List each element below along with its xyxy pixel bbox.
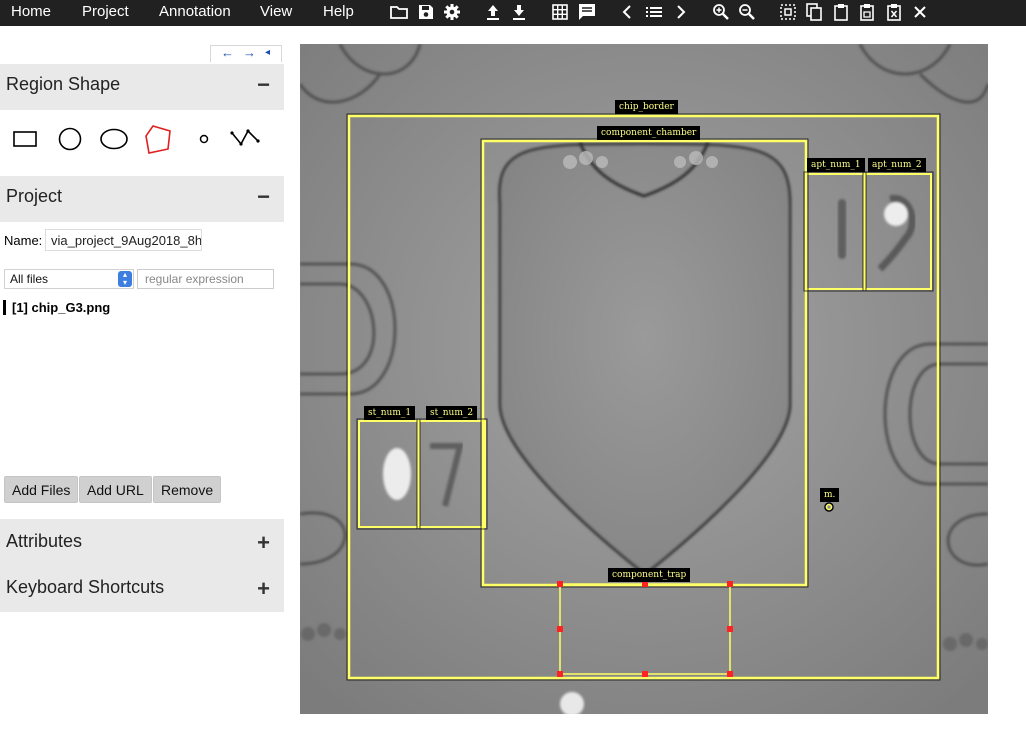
menu-view[interactable]: View bbox=[260, 3, 292, 20]
region-label-component-chamber[interactable]: component_chamber bbox=[597, 126, 701, 140]
region-shape-panel bbox=[0, 110, 284, 174]
nav-right-arrow[interactable]: → bbox=[243, 45, 256, 60]
menu-home[interactable]: Home bbox=[11, 3, 51, 20]
shortcuts-header[interactable]: Keyboard Shortcuts + bbox=[0, 565, 284, 612]
paste-icon[interactable] bbox=[831, 2, 851, 22]
add-url-button[interactable]: Add URL bbox=[79, 476, 152, 503]
regex-filter-input[interactable] bbox=[137, 269, 274, 289]
project-title: Project bbox=[6, 186, 63, 206]
file-filter-value: All files bbox=[10, 272, 49, 286]
prev-image-icon[interactable] bbox=[617, 2, 637, 22]
shortcuts-title: Keyboard Shortcuts bbox=[6, 577, 165, 597]
region-label-apt-num-1[interactable]: apt_num_1 bbox=[807, 158, 865, 172]
region-shape-title: Region Shape bbox=[6, 74, 121, 94]
circle-shape-icon[interactable] bbox=[53, 124, 87, 154]
project-header[interactable]: Project − bbox=[0, 176, 284, 222]
menu-help[interactable]: Help bbox=[323, 3, 354, 20]
settings-icon[interactable] bbox=[442, 2, 462, 22]
nav-left-arrow[interactable]: ← bbox=[221, 45, 234, 60]
zoom-in-icon[interactable] bbox=[711, 2, 731, 22]
menu-annotation[interactable]: Annotation bbox=[159, 3, 231, 20]
shortcuts-toggle[interactable]: + bbox=[257, 576, 270, 602]
add-files-button[interactable]: Add Files bbox=[4, 476, 79, 503]
rectangle-shape-icon[interactable] bbox=[8, 124, 42, 154]
save-icon[interactable] bbox=[416, 2, 436, 22]
region-label-st-num-2[interactable]: st_num_2 bbox=[426, 406, 478, 420]
close-icon[interactable] bbox=[910, 2, 930, 22]
region-label-apt-num-2[interactable]: apt_num_2 bbox=[868, 158, 926, 172]
copy-icon[interactable] bbox=[804, 2, 824, 22]
upload-icon[interactable] bbox=[483, 2, 503, 22]
next-image-icon[interactable] bbox=[671, 2, 691, 22]
project-name-input[interactable] bbox=[45, 229, 202, 251]
attributes-toggle[interactable]: + bbox=[257, 530, 270, 556]
region-shape-toggle[interactable]: − bbox=[257, 72, 270, 98]
chip-image bbox=[300, 44, 988, 714]
point-shape-icon[interactable] bbox=[187, 124, 221, 154]
select-arrows-icon: ▴ ▾ bbox=[118, 271, 132, 287]
polyline-shape-icon[interactable] bbox=[229, 124, 263, 154]
menu-project[interactable]: Project bbox=[82, 3, 129, 20]
delete-region-icon[interactable] bbox=[884, 2, 904, 22]
polygon-shape-icon[interactable] bbox=[141, 124, 175, 154]
folder-open-icon[interactable] bbox=[389, 2, 409, 22]
region-label-component-trap[interactable]: component_trap bbox=[608, 568, 691, 582]
region-label-st-num-1[interactable]: st_num_1 bbox=[364, 406, 416, 420]
paste-special-icon[interactable] bbox=[857, 2, 877, 22]
attributes-header[interactable]: Attributes + bbox=[0, 519, 284, 565]
panel-nav-arrows: ← → ◂ bbox=[210, 45, 282, 62]
collapse-panel-icon[interactable]: ◂ bbox=[265, 47, 270, 58]
image-canvas[interactable]: chip_border component_chamber apt_num_1 … bbox=[300, 44, 988, 714]
top-menu-bar: Home Project Annotation View Help bbox=[0, 0, 1026, 26]
attributes-title: Attributes bbox=[6, 531, 83, 551]
comment-icon[interactable] bbox=[577, 2, 597, 22]
image-list-icon[interactable] bbox=[644, 2, 664, 22]
remove-button[interactable]: Remove bbox=[153, 476, 222, 503]
region-label-point[interactable]: m. bbox=[820, 488, 840, 502]
zoom-out-icon[interactable] bbox=[737, 2, 757, 22]
project-name-label: Name: bbox=[4, 233, 43, 248]
region-label-chip-border[interactable]: chip_border bbox=[615, 100, 678, 114]
download-icon[interactable] bbox=[509, 2, 529, 22]
file-filter-select[interactable]: All files ▴ ▾ bbox=[4, 269, 134, 289]
file-list-item[interactable]: [1] chip_G3.png bbox=[3, 300, 110, 315]
ellipse-shape-icon[interactable] bbox=[97, 124, 131, 154]
project-toggle[interactable]: − bbox=[257, 184, 270, 210]
left-sidebar: ← → ◂ Region Shape − Project − Name: All… bbox=[0, 26, 284, 742]
region-shape-header[interactable]: Region Shape − bbox=[0, 64, 284, 110]
select-all-icon[interactable] bbox=[778, 2, 798, 22]
grid-view-icon[interactable] bbox=[550, 2, 570, 22]
